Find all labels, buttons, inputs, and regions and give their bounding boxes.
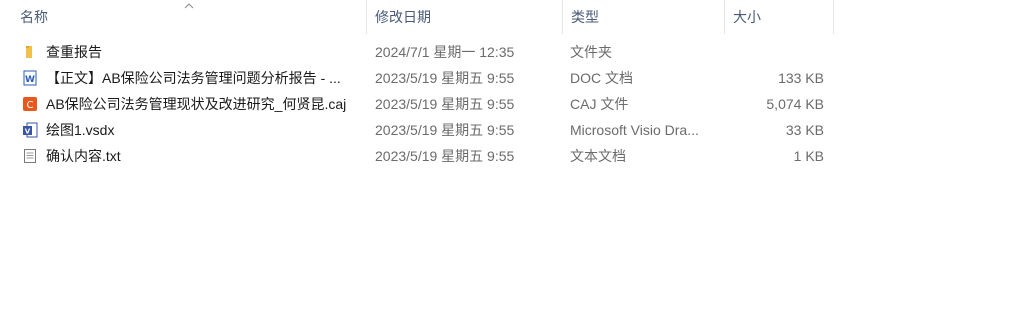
file-row[interactable]: W 【正文】AB保险公司法务管理问题分析报告 - ... 2023/5/19 星… [0, 65, 1024, 91]
file-size: 1 KB [793, 148, 824, 164]
column-header-type[interactable]: 类型 [562, 0, 724, 34]
svg-text:C: C [27, 100, 34, 111]
column-header-name[interactable]: 名称 [12, 0, 366, 34]
file-list: 查重报告 2024/7/1 星期一 12:35 文件夹 W 【正文】AB保险公司… [0, 39, 1024, 169]
column-header-date-modified[interactable]: 修改日期 [366, 0, 562, 34]
file-size: 133 KB [778, 70, 824, 86]
folder-icon [26, 46, 32, 58]
text-file-icon [24, 149, 36, 163]
file-date: 2024/7/1 星期一 12:35 [375, 44, 515, 60]
caj-file-icon: C [23, 97, 37, 111]
column-header-bar: 名称 修改日期 类型 大小 [0, 0, 1024, 34]
svg-text:W: W [25, 75, 35, 85]
file-size [724, 39, 824, 65]
file-row[interactable]: V 绘图1.vsdx 2023/5/19 星期五 9:55 Microsoft … [0, 117, 1024, 143]
file-date: 2023/5/19 星期五 9:55 [375, 70, 515, 86]
file-name: 【正文】AB保险公司法务管理问题分析报告 - ... [46, 70, 341, 86]
file-type: CAJ 文件 [570, 96, 629, 112]
file-row[interactable]: C AB保险公司法务管理现状及改进研究_何贤昆.caj 2023/5/19 星期… [0, 91, 1024, 117]
file-size: 33 KB [785, 122, 824, 138]
visio-icon: V [23, 122, 38, 138]
word-doc-icon: W [23, 70, 37, 86]
file-type: Microsoft Visio Dra... [570, 122, 699, 138]
svg-text:V: V [25, 128, 31, 136]
file-name: 确认内容.txt [46, 148, 121, 164]
file-type: 文本文档 [570, 148, 626, 164]
file-date: 2023/5/19 星期五 9:55 [375, 122, 515, 138]
file-size: 5,074 KB [766, 96, 824, 112]
file-name: 绘图1.vsdx [46, 122, 115, 138]
file-date: 2023/5/19 星期五 9:55 [375, 96, 515, 112]
file-name: 查重报告 [46, 44, 102, 60]
column-header-size[interactable]: 大小 [724, 0, 834, 34]
file-date: 2023/5/19 星期五 9:55 [375, 148, 515, 164]
file-name: AB保险公司法务管理现状及改进研究_何贤昆.caj [46, 96, 347, 112]
file-type: 文件夹 [570, 44, 612, 60]
file-row[interactable]: 确认内容.txt 2023/5/19 星期五 9:55 文本文档 1 KB [0, 143, 1024, 169]
file-type: DOC 文档 [570, 70, 633, 86]
file-row[interactable]: 查重报告 2024/7/1 星期一 12:35 文件夹 [0, 39, 1024, 65]
